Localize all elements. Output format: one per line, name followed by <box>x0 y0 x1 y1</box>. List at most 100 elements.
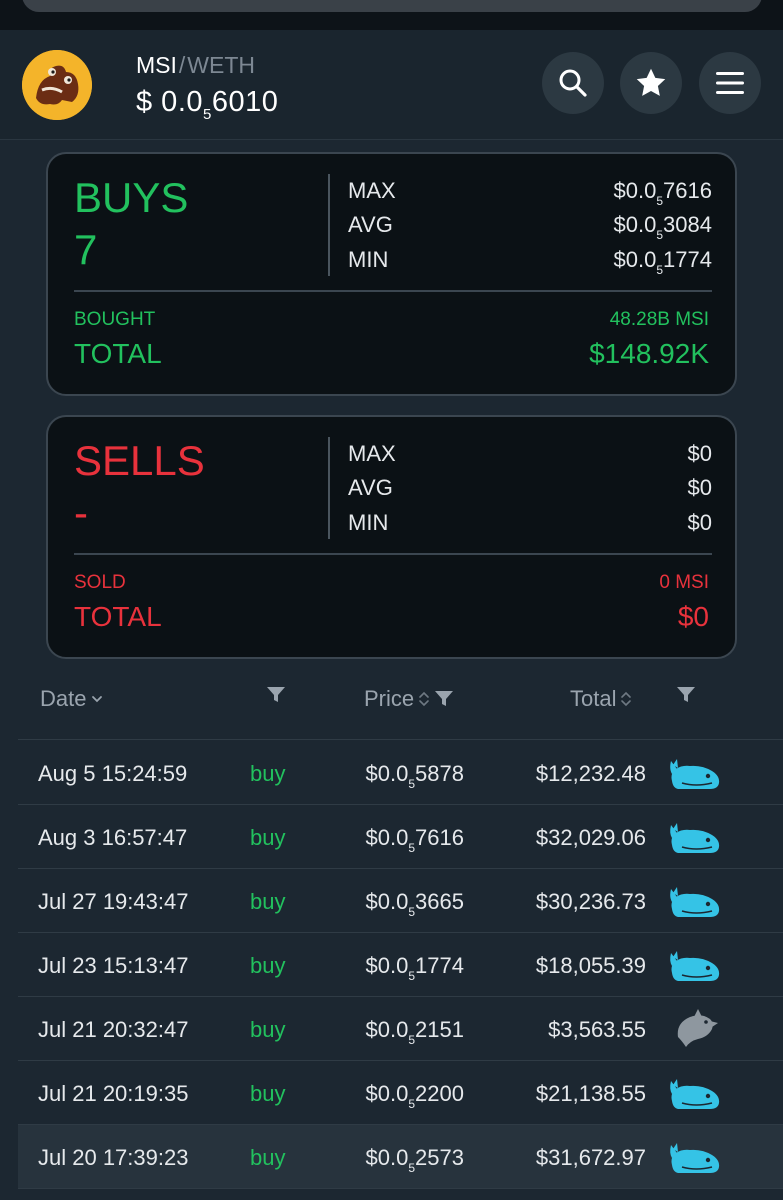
sort-icon <box>419 691 429 707</box>
trade-date: Jul 21 20:32:47 <box>38 1017 189 1042</box>
stat-key: MIN <box>348 510 389 535</box>
stat-key: MIN <box>348 247 389 272</box>
buys-summary-card: BUYS 7 MAX $0.057616 AVG $0.053084 MIN $… <box>46 152 737 396</box>
stat-key: AVG <box>348 475 393 500</box>
trade-total: $21,138.55 <box>535 1081 646 1106</box>
type-filter-button[interactable] <box>266 686 286 704</box>
sells-label: SELLS <box>74 437 205 484</box>
base-symbol: MSI <box>136 52 177 78</box>
trade-total: $3,563.55 <box>548 1017 646 1042</box>
table-row[interactable]: Jul 27 19:43:47 buy $0.053665 $30,236.73 <box>18 869 783 933</box>
price-zero-count: 5 <box>203 106 212 123</box>
date-column-header[interactable]: Date <box>40 686 104 712</box>
trade-total: $30,236.73 <box>535 889 646 914</box>
trade-price: $0.053665 <box>365 889 464 919</box>
table-row[interactable]: Jul 21 20:32:47 buy $0.052151 $3,563.55 <box>18 997 783 1061</box>
favorite-button[interactable] <box>620 52 682 114</box>
whale-icon <box>668 879 722 923</box>
star-icon <box>636 68 666 96</box>
trade-total: $12,232.48 <box>535 761 646 786</box>
sold-amount: 0 MSI <box>659 572 709 593</box>
stat-value: $0.051774 <box>613 247 712 277</box>
menu-button[interactable] <box>699 52 761 114</box>
search-button[interactable] <box>542 52 604 114</box>
browser-top-strip <box>0 0 783 30</box>
trade-total: $31,672.97 <box>535 1145 646 1170</box>
stat-key: MAX <box>348 441 396 466</box>
quote-symbol: WETH <box>187 52 255 78</box>
stat-key: MAX <box>348 178 396 203</box>
size-filter-button[interactable] <box>676 686 696 704</box>
trade-type: buy <box>250 1017 286 1042</box>
trade-type: buy <box>250 1081 286 1106</box>
whale-icon <box>668 1071 722 1115</box>
vertical-divider <box>328 174 330 276</box>
trade-type: buy <box>250 953 286 978</box>
filter-icon <box>677 687 695 702</box>
trade-price: $0.055878 <box>365 761 464 791</box>
sells-total-value: $0 <box>677 601 709 632</box>
horizontal-divider <box>74 553 712 555</box>
table-row[interactable]: Jul 23 15:13:47 buy $0.051774 $18,055.39 <box>18 933 783 997</box>
buys-count: 7 <box>74 226 98 273</box>
trade-date: Jul 27 19:43:47 <box>38 889 189 914</box>
address-bar[interactable] <box>22 0 762 12</box>
price-prefix: $ 0.0 <box>136 86 203 118</box>
buys-total-value: $148.92K <box>589 338 709 369</box>
whale-icon <box>668 943 722 987</box>
dolphin-icon <box>668 1007 722 1051</box>
horizontal-divider <box>74 290 712 292</box>
buys-label: BUYS <box>74 174 189 221</box>
trade-date: Jul 21 20:19:35 <box>38 1081 189 1106</box>
search-icon <box>559 69 587 97</box>
sells-summary-card: SELLS - MAX $0 AVG $0 MIN $0 SOLD 0 MSI … <box>46 415 737 659</box>
trade-price: $0.052151 <box>365 1017 464 1047</box>
trade-total: $18,055.39 <box>535 953 646 978</box>
token-logo <box>22 50 92 120</box>
whale-icon <box>668 1135 722 1179</box>
trades-table-header: Date Price Total <box>18 670 783 740</box>
sells-count: - <box>74 489 88 536</box>
hamburger-icon <box>716 72 744 94</box>
token-header: MSI/WETH $ 0.056010 <box>0 30 783 140</box>
trade-type: buy <box>250 1145 286 1170</box>
table-row[interactable]: Jul 21 20:19:35 buy $0.052200 $21,138.55 <box>18 1061 783 1125</box>
stat-value: $0 <box>687 475 712 500</box>
trade-price: $0.052200 <box>365 1081 464 1111</box>
sort-icon <box>621 691 632 707</box>
trade-price: $0.052573 <box>365 1145 464 1175</box>
price-column-header[interactable]: Price <box>364 686 454 712</box>
chevron-down-icon <box>92 696 103 703</box>
table-row[interactable]: Aug 3 16:57:47 buy $0.057616 $32,029.06 <box>18 805 783 869</box>
trade-date: Jul 23 15:13:47 <box>38 953 189 978</box>
price-digits: 6010 <box>211 86 279 118</box>
sold-label: SOLD <box>74 572 126 593</box>
trade-total: $32,029.06 <box>535 825 646 850</box>
whale-icon <box>668 815 722 859</box>
bought-label: BOUGHT <box>74 309 156 330</box>
filter-icon <box>267 687 285 702</box>
trade-date: Aug 5 15:24:59 <box>38 761 188 786</box>
token-price: $ 0.056010 <box>136 86 278 123</box>
total-column-header[interactable]: Total <box>570 686 632 712</box>
trade-type: buy <box>250 825 286 850</box>
filter-icon[interactable] <box>434 690 454 708</box>
trade-date: Jul 20 17:39:23 <box>38 1145 189 1170</box>
trade-price: $0.051774 <box>365 953 464 983</box>
trade-date: Aug 3 16:57:47 <box>38 825 188 850</box>
stat-key: AVG <box>348 212 393 237</box>
pair-separator: / <box>178 52 186 78</box>
trade-price: $0.057616 <box>365 825 464 855</box>
bought-amount: 48.28B MSI <box>609 309 709 330</box>
trading-pair: MSI/WETH <box>136 52 255 79</box>
stat-value: $0 <box>687 510 712 535</box>
sells-total-label: TOTAL <box>74 601 162 632</box>
table-row[interactable]: Aug 5 15:24:59 buy $0.055878 $12,232.48 <box>18 741 783 805</box>
vertical-divider <box>328 437 330 539</box>
table-row[interactable]: Jul 20 17:39:23 buy $0.052573 $31,672.97 <box>18 1125 783 1189</box>
trade-type: buy <box>250 761 286 786</box>
trade-type: buy <box>250 889 286 914</box>
buys-total-label: TOTAL <box>74 338 162 369</box>
stat-value: $0 <box>687 441 712 466</box>
trades-table-body: Aug 5 15:24:59 buy $0.055878 $12,232.48 Aug … <box>18 741 783 1189</box>
